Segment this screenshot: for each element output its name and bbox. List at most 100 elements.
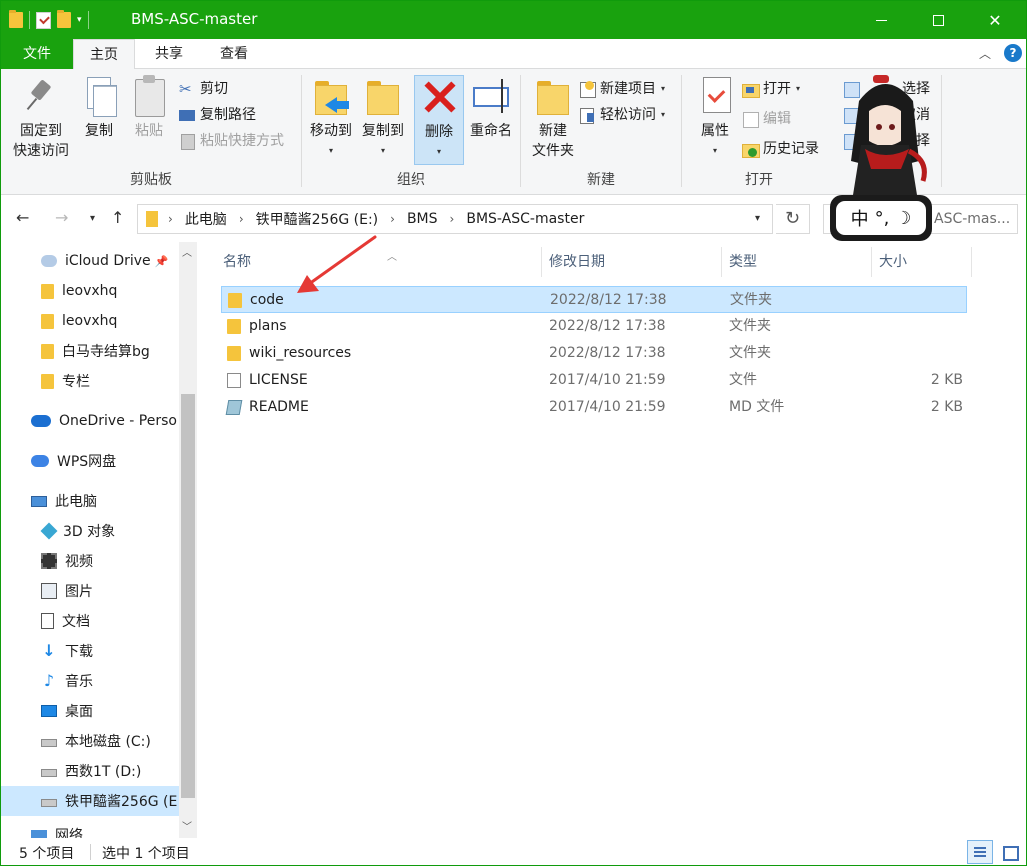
edit-button[interactable]: 编辑	[742, 107, 791, 131]
title-bar: ▾ BMS-ASC-master ✕	[1, 1, 1026, 39]
customize-toolbar-dropdown[interactable]: ▾	[77, 15, 82, 25]
file-modified-date: 2022/8/12 17:38	[549, 318, 666, 334]
sidebar-item[interactable]: leovxhq	[1, 306, 179, 336]
easy-access-button[interactable]: 轻松访问 ▾	[579, 103, 665, 127]
sidebar-item[interactable]: OneDrive - Perso	[1, 406, 179, 436]
breadcrumb-bms[interactable]: BMS	[407, 211, 438, 227]
chevron-right-icon[interactable]: ›	[390, 212, 395, 226]
paste-shortcut-icon	[179, 133, 195, 150]
recent-locations-dropdown[interactable]: ▾	[90, 213, 95, 224]
sidebar-item[interactable]: ♪ 音乐	[1, 666, 179, 696]
paste-button[interactable]: 粘贴	[127, 75, 171, 141]
help-icon[interactable]: ?	[1004, 44, 1022, 62]
sidebar-item[interactable]: iCloud Drive 📌	[1, 246, 179, 276]
close-icon: ✕	[988, 10, 1002, 30]
sidebar-item[interactable]: ↓ 下载	[1, 636, 179, 666]
tab-view[interactable]: 查看	[206, 39, 262, 69]
file-explorer-window: ▾ BMS-ASC-master ✕ 文件 主页 共享 查看 ︿ ? 固定到 快…	[0, 0, 1027, 866]
history-button[interactable]: 历史记录	[742, 137, 819, 161]
scrollbar-thumb[interactable]	[181, 394, 195, 798]
sidebar-item[interactable]: WPS网盘	[1, 446, 179, 476]
folder-icon	[146, 211, 158, 227]
column-header-type[interactable]: 类型	[721, 242, 871, 280]
large-icons-view-button[interactable]	[996, 840, 1022, 864]
paste-shortcut-button[interactable]: 粘贴快捷方式	[179, 129, 284, 153]
file-row[interactable]: wiki_resources 2022/8/12 17:38 文件夹	[221, 340, 967, 367]
sidebar-item[interactable]: 文档	[1, 606, 179, 636]
scroll-down-icon[interactable]: ﹀	[182, 818, 192, 833]
sidebar-item[interactable]: 图片	[1, 576, 179, 606]
sidebar-item[interactable]: 此电脑	[1, 486, 179, 516]
sidebar-item[interactable]: 桌面	[1, 696, 179, 726]
sidebar-item[interactable]: 西数1T (D:)	[1, 756, 179, 786]
breadcrumb-this-pc[interactable]: 此电脑	[185, 209, 227, 229]
file-list: 名称 ︿ 修改日期 类型 大小 code 2022/8/12 17:38 文件夹 pl…	[201, 242, 1026, 838]
copy-icon	[79, 75, 119, 117]
sidebar-item[interactable]: 视频	[1, 546, 179, 576]
column-header-size[interactable]: 大小	[871, 242, 971, 280]
breadcrumb-drive-e[interactable]: 铁甲醯酱256G (E:)	[256, 209, 379, 229]
chevron-right-icon[interactable]: ›	[239, 212, 244, 226]
column-divider[interactable]	[971, 247, 972, 277]
rename-button[interactable]: 重命名	[466, 75, 516, 141]
maximize-button[interactable]	[915, 1, 961, 39]
pin-to-quick-access-button[interactable]: 固定到 快速访问	[9, 75, 73, 161]
file-name: code	[250, 292, 284, 308]
file-row[interactable]: README 2017/4/10 21:59 MD 文件 2 KB	[221, 394, 967, 421]
column-header-name[interactable]: 名称 ︿	[215, 242, 541, 280]
chevron-right-icon[interactable]: ›	[450, 212, 455, 226]
sidebar-item[interactable]: 本地磁盘 (C:)	[1, 726, 179, 756]
file-row[interactable]: code 2022/8/12 17:38 文件夹	[221, 286, 967, 313]
back-arrow-icon[interactable]: ←	[16, 208, 29, 227]
address-bar[interactable]: › 此电脑 › 铁甲醯酱256G (E:) › BMS › BMS-ASC-ma…	[137, 204, 773, 234]
file-icon	[227, 373, 241, 388]
copy-to-button[interactable]: 复制到 ▾	[358, 75, 408, 161]
sidebar-item[interactable]: 专栏	[1, 366, 179, 396]
collapse-ribbon-icon[interactable]: ︿	[979, 45, 991, 62]
properties-icon[interactable]	[36, 11, 51, 29]
column-header-date[interactable]: 修改日期	[541, 242, 721, 280]
file-row[interactable]: LICENSE 2017/4/10 21:59 文件 2 KB	[221, 367, 967, 394]
sidebar-item[interactable]: 3D 对象	[1, 516, 179, 546]
new-folder-icon[interactable]	[57, 10, 71, 28]
properties-button[interactable]: 属性 ▾	[690, 75, 740, 161]
details-view-button[interactable]	[967, 840, 993, 864]
new-folder-button[interactable]: 新建 文件夹	[525, 75, 581, 161]
copy-button[interactable]: 复制	[77, 75, 121, 141]
breadcrumb-bms-asc-master[interactable]: BMS-ASC-master	[466, 211, 584, 227]
sidebar-item[interactable]: leovxhq	[1, 276, 179, 306]
sidebar-item[interactable]: 网络	[1, 820, 179, 838]
new-item-button[interactable]: 新建项目 ▾	[579, 77, 665, 101]
chevron-right-icon[interactable]: ›	[168, 212, 173, 226]
tab-file[interactable]: 文件	[1, 39, 73, 69]
ime-punctuation-label[interactable]: °,	[875, 208, 890, 229]
up-arrow-icon[interactable]: ↑	[111, 208, 124, 227]
refresh-button[interactable]: ↻	[776, 204, 810, 234]
copy-path-button[interactable]: 复制路径	[179, 103, 256, 127]
folder-icon	[41, 313, 54, 329]
ime-indicator[interactable]: 中 °, ☽	[830, 195, 932, 241]
move-to-button[interactable]: 移动到 ▾	[306, 75, 356, 161]
address-history-dropdown[interactable]: ▾	[755, 213, 760, 224]
sidebar-item[interactable]: 铁甲醯酱256G (E	[1, 786, 179, 816]
tab-share[interactable]: 共享	[141, 39, 197, 69]
open-button[interactable]: 打开 ▾	[742, 77, 800, 101]
file-type: 文件夹	[729, 345, 771, 361]
tab-home[interactable]: 主页	[73, 39, 135, 70]
sidebar-item-label: WPS网盘	[57, 454, 117, 470]
scroll-up-icon[interactable]: ︿	[182, 244, 192, 259]
minimize-button[interactable]	[858, 1, 904, 39]
delete-button[interactable]: 删除 ▾	[414, 75, 464, 165]
forward-arrow-icon[interactable]: →	[55, 208, 68, 227]
moon-icon[interactable]: ☽	[895, 208, 911, 229]
cut-button[interactable]: 剪切	[179, 77, 228, 101]
markdown-file-icon	[225, 400, 243, 415]
sidebar-item[interactable]: 白马寺结算bg	[1, 336, 179, 366]
file-row[interactable]: plans 2022/8/12 17:38 文件夹	[221, 313, 967, 340]
sidebar-item-label: 铁甲醯酱256G (E	[65, 794, 178, 810]
close-button[interactable]: ✕	[972, 1, 1018, 39]
ime-mode-label[interactable]: 中	[851, 205, 869, 231]
navigation-scrollbar[interactable]: ︿ ﹀	[179, 242, 197, 838]
rename-icon	[471, 75, 511, 117]
sidebar-item-label: 网络	[55, 828, 83, 838]
